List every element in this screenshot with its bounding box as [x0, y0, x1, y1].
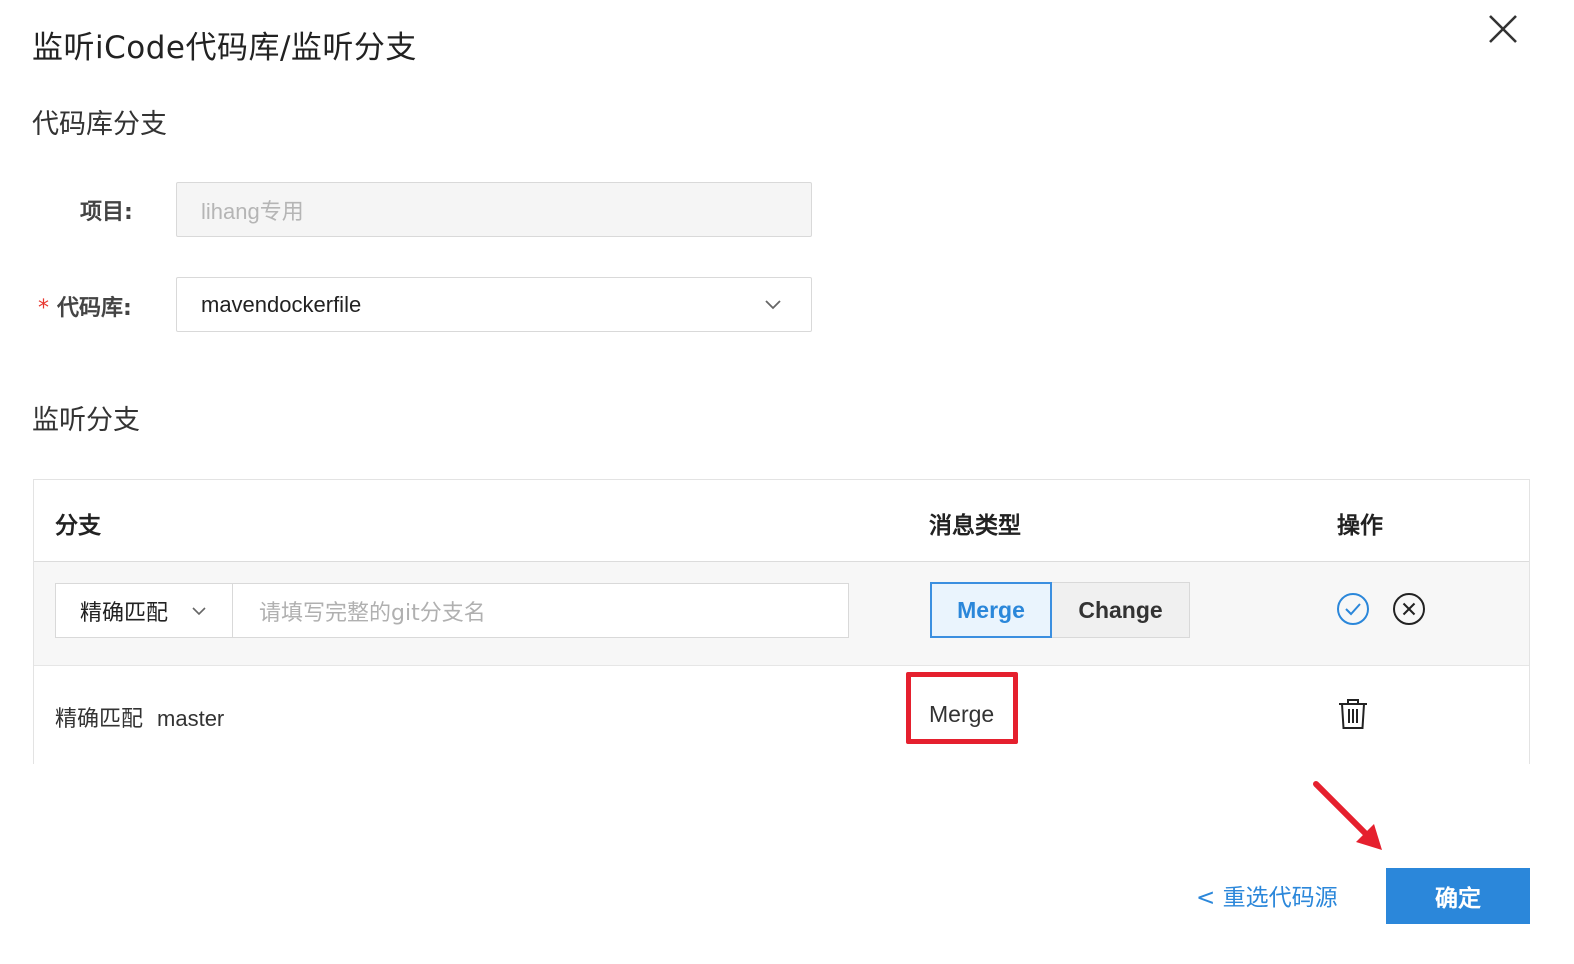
- row-branch-name: master: [157, 706, 225, 731]
- annotation-arrow-icon: [1313, 781, 1382, 850]
- table-header: 分支 消息类型 操作: [34, 480, 1529, 562]
- close-icon: [1489, 15, 1517, 43]
- trash-icon[interactable]: [1336, 697, 1370, 731]
- chevron-down-icon: [765, 300, 781, 310]
- row-match-mode: 精确匹配: [55, 707, 144, 732]
- repo-section-title: 代码库分支: [32, 109, 167, 140]
- match-mode-select[interactable]: 精确匹配: [55, 583, 233, 638]
- column-message-type: 消息类型: [929, 513, 1021, 539]
- table-row: 精确匹配 master Merge: [34, 667, 1529, 764]
- project-field: lihang专用: [176, 182, 812, 237]
- confirm-button[interactable]: 确定: [1386, 868, 1530, 924]
- close-circle-icon[interactable]: [1392, 592, 1426, 626]
- required-mark: *: [38, 296, 49, 321]
- repo-select[interactable]: mavendockerfile: [176, 277, 812, 332]
- branch-table: 分支 消息类型 操作 精确匹配 请填写完整的git分支名 Merge Chang…: [33, 479, 1530, 764]
- branch-edit-row: 精确匹配 请填写完整的git分支名 Merge Change: [34, 562, 1529, 666]
- repo-value: mavendockerfile: [201, 291, 362, 317]
- project-label: 项目:: [80, 200, 133, 225]
- dialog-title: 监听iCode代码库/监听分支: [32, 30, 417, 66]
- branch-section-title: 监听分支: [32, 405, 140, 436]
- type-merge-button[interactable]: Merge: [930, 582, 1052, 638]
- row-branch-cell: 精确匹配 master: [55, 701, 224, 733]
- close-button[interactable]: [1484, 10, 1522, 48]
- chevron-down-icon: [192, 607, 206, 616]
- annotation-highlight-box: [906, 672, 1018, 744]
- repo-label-wrap: * 代码库:: [38, 290, 132, 322]
- column-branch: 分支: [55, 513, 101, 539]
- check-circle-icon[interactable]: [1336, 592, 1370, 626]
- repo-label: 代码库:: [57, 296, 132, 321]
- project-value: lihang专用: [201, 198, 304, 224]
- reselect-source-link[interactable]: < 重选代码源: [1196, 878, 1338, 912]
- branch-name-placeholder: 请填写完整的git分支名: [259, 600, 486, 626]
- column-action: 操作: [1337, 513, 1383, 539]
- branch-name-input[interactable]: 请填写完整的git分支名: [232, 583, 849, 638]
- match-mode-value: 精确匹配: [80, 600, 169, 626]
- type-change-button[interactable]: Change: [1051, 582, 1190, 638]
